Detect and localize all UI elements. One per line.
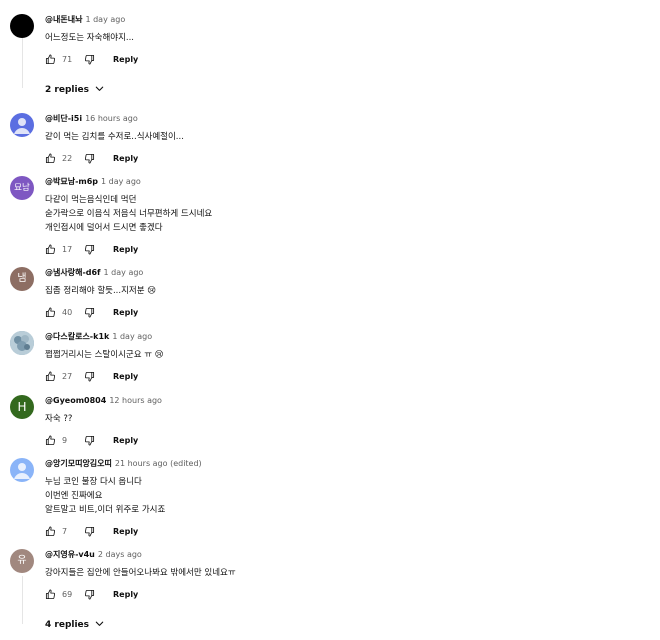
- reply-button[interactable]: Reply: [113, 308, 138, 317]
- avatar[interactable]: [10, 458, 34, 482]
- like-count: 27: [62, 371, 73, 381]
- reply-button[interactable]: Reply: [113, 372, 138, 381]
- comment-actions: 71 Reply: [45, 51, 650, 67]
- comment-time[interactable]: 21 hours ago (edited): [115, 459, 202, 468]
- thread-line: [22, 576, 23, 624]
- comment-actions: 22 Reply: [45, 150, 650, 166]
- avatar[interactable]: [10, 113, 34, 137]
- comment-text: 같이 먹는 김치를 수저로..식사예절이...: [45, 132, 184, 142]
- avatar[interactable]: [10, 14, 34, 38]
- replies-count-label: 2 replies: [45, 85, 90, 95]
- avatar[interactable]: 유: [10, 549, 34, 573]
- comment-time[interactable]: 1 day ago: [101, 177, 141, 186]
- comment-author[interactable]: @지영유-v4u: [45, 550, 95, 559]
- avatar[interactable]: 묘남: [10, 176, 34, 200]
- reply-button[interactable]: Reply: [113, 436, 138, 445]
- like-count: 7: [62, 526, 68, 536]
- chevron-down-icon: [89, 83, 105, 97]
- comment-author[interactable]: @Gyeom0804: [45, 396, 106, 405]
- comment-time[interactable]: 1 day ago: [85, 15, 125, 24]
- comment-actions: 69 Reply: [45, 586, 650, 602]
- comment-actions: 27 Reply: [45, 368, 650, 384]
- like-count: 22: [62, 153, 73, 163]
- comment-time[interactable]: 12 hours ago: [109, 396, 162, 405]
- comment-actions: 9 Reply: [45, 432, 650, 448]
- comment-author[interactable]: @냄사랑해-d6f: [45, 268, 101, 277]
- like-count: 9: [62, 435, 68, 445]
- like-count: 69: [62, 589, 73, 599]
- reply-button[interactable]: Reply: [113, 55, 138, 64]
- thumbs-down-icon[interactable]: [84, 153, 95, 164]
- comment-actions: 40 Reply: [45, 304, 650, 320]
- view-replies-button[interactable]: 4 replies: [45, 618, 105, 632]
- like-count: 17: [62, 244, 73, 254]
- thumbs-down-icon[interactable]: [84, 371, 95, 382]
- reply-button[interactable]: Reply: [113, 154, 138, 163]
- comment-time[interactable]: 2 days ago: [98, 550, 142, 559]
- comment-text: 누님 코인 불장 다시 옵니다 이번엔 진짜에요 알트말고 비트,이더 위주로 …: [45, 477, 166, 515]
- thumbs-up-icon[interactable]: [45, 589, 56, 600]
- comment-author[interactable]: @다스칼로스-k1k: [45, 332, 109, 341]
- avatar[interactable]: H: [10, 395, 34, 419]
- comment-text: 집좀 정리해야 할듯...지저분 😢: [45, 286, 157, 296]
- avatar[interactable]: 냄: [10, 267, 34, 291]
- like-count: 71: [62, 54, 73, 64]
- comment-text: 다같이 먹는음식인데 먹던 숟가락으로 이음식 저음식 너무편하게 드시네요 개…: [45, 195, 213, 233]
- thumbs-down-icon[interactable]: [84, 589, 95, 600]
- thumbs-up-icon[interactable]: [45, 526, 56, 537]
- replies-count-label: 4 replies: [45, 620, 90, 630]
- view-replies-button[interactable]: 2 replies: [45, 83, 105, 97]
- thumbs-down-icon[interactable]: [84, 526, 95, 537]
- comment-text: 어느정도는 자숙해야지...: [45, 33, 135, 43]
- thumbs-up-icon[interactable]: [45, 371, 56, 382]
- thumbs-up-icon[interactable]: [45, 153, 56, 164]
- comment-author[interactable]: @내돈내놔: [45, 15, 82, 24]
- chevron-down-icon: [89, 618, 105, 632]
- thumbs-up-icon[interactable]: [45, 54, 56, 65]
- comment-author[interactable]: @앙기모띠앙김오띠: [45, 459, 112, 468]
- comment-author[interactable]: @박묘남-m6p: [45, 177, 98, 186]
- thumbs-up-icon[interactable]: [45, 244, 56, 255]
- comment-actions: 17 Reply: [45, 241, 650, 257]
- avatar[interactable]: [10, 331, 34, 355]
- thumbs-down-icon[interactable]: [84, 307, 95, 318]
- thread-line: [22, 38, 23, 88]
- thumbs-down-icon[interactable]: [84, 244, 95, 255]
- like-count: 40: [62, 307, 73, 317]
- thumbs-down-icon[interactable]: [84, 435, 95, 446]
- thumbs-up-icon[interactable]: [45, 307, 56, 318]
- comment-actions: 7 Reply: [45, 523, 650, 539]
- comment-text: 강아지들은 집안에 안들어오나봐요 밖에서만 있네요ㅠ: [45, 568, 236, 578]
- comment-text: 자숙 ??: [45, 414, 73, 424]
- comment-time[interactable]: 1 day ago: [112, 332, 152, 341]
- reply-button[interactable]: Reply: [113, 590, 138, 599]
- thumbs-down-icon[interactable]: [84, 54, 95, 65]
- comment-time[interactable]: 1 day ago: [104, 268, 144, 277]
- comment-time[interactable]: 16 hours ago: [85, 114, 138, 123]
- reply-button[interactable]: Reply: [113, 245, 138, 254]
- comment-text: 쩝쩝거리시는 스탈이시군요 ㅠ 😢: [45, 350, 164, 360]
- comment-author[interactable]: @비단-i5i: [45, 114, 82, 123]
- reply-button[interactable]: Reply: [113, 527, 138, 536]
- thumbs-up-icon[interactable]: [45, 435, 56, 446]
